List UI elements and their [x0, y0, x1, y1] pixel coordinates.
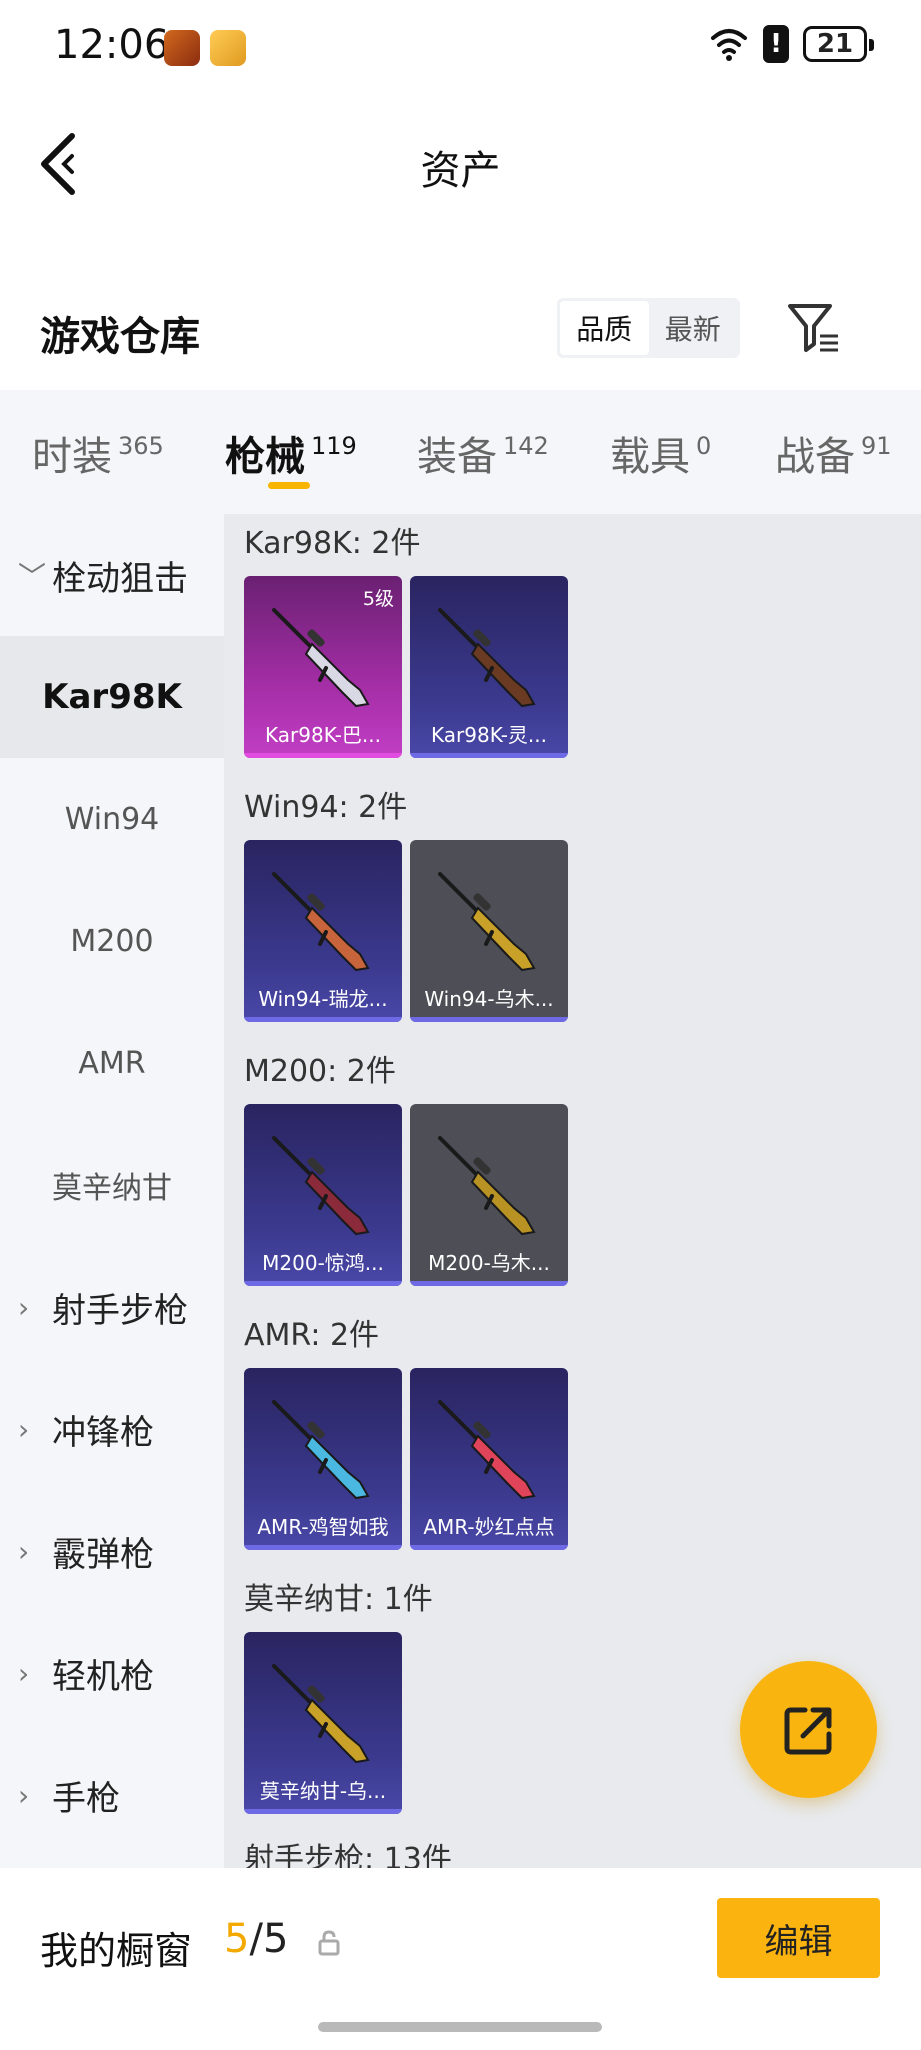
share-button[interactable] [740, 1661, 877, 1798]
weapon-sidebar: ﹀ 栓动狙击 Kar98K Win94 M200 AMR 莫辛纳甘 › 射手步枪 ›… [0, 514, 224, 1868]
weapon-card[interactable]: M200-乌木... [410, 1104, 568, 1286]
rifle-icon [438, 608, 536, 708]
rifle-icon [438, 1400, 536, 1500]
weapon-card[interactable]: 莫辛纳甘-乌... [244, 1632, 402, 1814]
status-bar: 12:06 ! 21 [0, 0, 921, 96]
group-title: 射手步枪: 13件 [244, 1842, 452, 1868]
weapon-name: Win94-乌木... [424, 987, 554, 1011]
sort-newest-button[interactable]: 最新 [649, 301, 738, 355]
sidebar-item-kar98k[interactable]: Kar98K [0, 636, 224, 758]
weapon-name: 莫辛纳甘-乌... [259, 1779, 387, 1803]
weapon-name: Kar98K-巴... [265, 723, 381, 747]
lock-icon [318, 1930, 340, 1956]
weapon-card[interactable]: AMR-妙红点点 [410, 1368, 568, 1550]
weapon-card[interactable]: Win94-瑞龙... [244, 840, 402, 1022]
chevron-down-icon: ﹀ [18, 560, 47, 593]
chevron-right-icon: › [18, 1778, 30, 1812]
rarity-bar [244, 1017, 402, 1022]
rarity-bar [410, 1545, 568, 1550]
rifle-icon [272, 872, 370, 972]
showcase-count: 5/5 [224, 1916, 289, 1962]
weapon-name: M200-乌木... [428, 1251, 550, 1275]
group-title: AMR: 2件 [244, 1318, 380, 1353]
filter-icon[interactable] [786, 300, 842, 356]
rarity-bar [244, 753, 402, 758]
weapon-name: AMR-鸡智如我 [257, 1515, 389, 1539]
battery-icon: 21 [803, 26, 874, 62]
sidebar-category-marksman[interactable]: › 射手步枪 [0, 1246, 224, 1368]
weapon-name: M200-惊鸿... [262, 1251, 384, 1275]
rifle-icon [272, 608, 370, 708]
rifle-icon [272, 1664, 370, 1764]
weapon-card[interactable]: 5级 Kar98K-巴... [244, 576, 402, 758]
weapon-card[interactable]: Kar98K-灵... [410, 576, 568, 758]
sort-quality-button[interactable]: 品质 [560, 301, 649, 355]
sidebar-category-pistol[interactable]: › 手枪 [0, 1734, 224, 1856]
sidebar-category-bolt-sniper[interactable]: ﹀ 栓动狙击 [0, 514, 224, 636]
edit-button[interactable]: 编辑 [717, 1898, 880, 1978]
weapon-name: Kar98K-灵... [431, 723, 547, 747]
chevron-right-icon: › [18, 1412, 30, 1446]
sidebar-item-m200[interactable]: M200 [0, 880, 224, 1002]
page-title: 资产 [420, 148, 501, 194]
tab-equipment[interactable]: 装备 142 [417, 424, 549, 482]
weapon-card[interactable]: Win94-乌木... [410, 840, 568, 1022]
showcase-label: 我的橱窗 [40, 1929, 193, 1973]
rarity-bar [410, 1017, 568, 1022]
rifle-icon [272, 1400, 370, 1500]
rarity-bar [244, 1545, 402, 1550]
level-badge: 5级 [362, 588, 394, 610]
rarity-bar [244, 1281, 402, 1286]
sidebar-category-smg[interactable]: › 冲锋枪 [0, 1368, 224, 1490]
alert-icon: ! [763, 25, 789, 63]
tab-fashion[interactable]: 时装 365 [32, 424, 164, 482]
weapon-name: AMR-妙红点点 [423, 1515, 555, 1539]
showcase-bar: 我的橱窗 5/5 编辑 [0, 1868, 921, 2050]
app-notification-icon [210, 30, 246, 66]
app-notification-icon [164, 30, 200, 66]
sidebar-item-win94[interactable]: Win94 [0, 758, 224, 880]
home-indicator [318, 2022, 602, 2032]
sidebar-category-shotgun[interactable]: › 霰弹枪 [0, 1490, 224, 1612]
group-title: Win94: 2件 [244, 790, 408, 825]
category-tabs: 时装 365 枪械 119 装备 142 载具 0 战备 91 [0, 390, 921, 514]
sort-toggle: 品质 最新 [557, 298, 740, 358]
rarity-bar [410, 1281, 568, 1286]
wifi-icon [711, 29, 747, 61]
rifle-icon [438, 872, 536, 972]
share-external-icon [784, 1707, 831, 1754]
group-title: M200: 2件 [244, 1054, 396, 1089]
chevron-right-icon: › [18, 1534, 30, 1568]
sidebar-item-mosin[interactable]: 莫辛纳甘 [0, 1124, 224, 1246]
weapon-name: Win94-瑞龙... [258, 987, 388, 1011]
group-title: 莫辛纳甘: 1件 [244, 1582, 433, 1617]
weapon-card[interactable]: AMR-鸡智如我 [244, 1368, 402, 1550]
status-time: 12:06 [54, 22, 170, 68]
sidebar-item-amr[interactable]: AMR [0, 1002, 224, 1124]
tab-firearms[interactable]: 枪械 119 [225, 424, 357, 482]
chevron-right-icon: › [18, 1290, 30, 1324]
sidebar-category-lmg[interactable]: › 轻机枪 [0, 1612, 224, 1734]
rarity-bar [410, 753, 568, 758]
weapon-card[interactable]: M200-惊鸿... [244, 1104, 402, 1286]
active-tab-indicator [268, 482, 310, 489]
rifle-icon [272, 1136, 370, 1236]
group-title: Kar98K: 2件 [244, 526, 421, 561]
tab-vehicles[interactable]: 载具 0 [610, 424, 711, 482]
chevron-right-icon: › [18, 1656, 30, 1690]
warehouse-title: 游戏仓库 [40, 314, 200, 360]
tab-supplies[interactable]: 战备 91 [775, 424, 892, 482]
rarity-bar [244, 1809, 402, 1814]
rifle-icon [438, 1136, 536, 1236]
